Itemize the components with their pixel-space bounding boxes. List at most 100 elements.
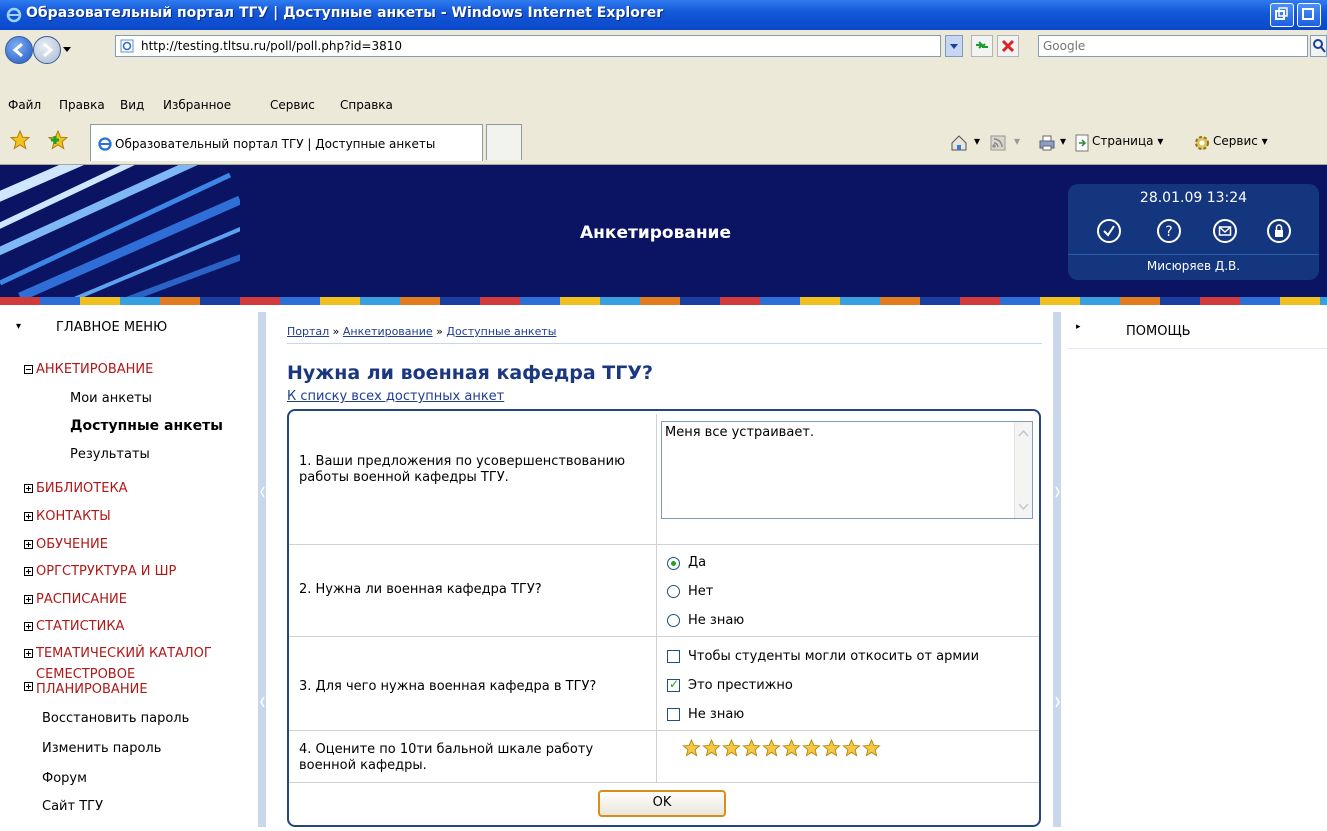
help-circle-icon[interactable]: ? <box>1156 218 1182 244</box>
add-favorite-icon[interactable] <box>48 130 68 150</box>
expand-toggle-icon[interactable] <box>24 567 33 576</box>
menu-file[interactable]: Файл <box>8 98 41 112</box>
restore-button[interactable] <box>1270 3 1294 27</box>
home-dropdown-icon[interactable]: ▾ <box>974 134 980 148</box>
expand-arrow-icon[interactable]: ▸ <box>1076 322 1081 332</box>
rating-star-icon[interactable] <box>862 738 881 757</box>
search-button[interactable] <box>1310 35 1327 57</box>
tab-label: Образовательный портал ТГУ | Доступные а… <box>115 137 436 151</box>
menu-change-password[interactable]: Изменить пароль <box>42 741 161 756</box>
menu-semester-planning[interactable]: СЕМЕСТРОВОЕ ПЛАНИРОВАНИЕ <box>36 667 148 697</box>
home-icon[interactable] <box>950 134 968 152</box>
radio-yes[interactable] <box>667 557 680 570</box>
breadcrumb-polls[interactable]: Анкетирование <box>343 325 433 338</box>
expand-toggle-icon[interactable] <box>24 622 33 631</box>
lock-circle-icon[interactable] <box>1266 218 1292 244</box>
refresh-button[interactable] <box>971 35 993 57</box>
new-tab-button[interactable] <box>486 124 522 160</box>
menu-forum[interactable]: Форум <box>42 771 87 786</box>
radio-no[interactable] <box>667 585 680 598</box>
breadcrumb-portal[interactable]: Портал <box>287 325 329 338</box>
splitter-arrow-icon <box>260 486 265 708</box>
rating-star-icon[interactable] <box>722 738 741 757</box>
expand-toggle-icon[interactable] <box>24 595 33 604</box>
history-dropdown-icon[interactable] <box>62 44 72 54</box>
rating-star-icon[interactable] <box>842 738 861 757</box>
expand-toggle-icon[interactable] <box>24 682 33 691</box>
menu-statistics[interactable]: СТАТИСТИКА <box>36 619 124 634</box>
checkbox-avoid-army[interactable] <box>667 650 680 663</box>
collapse-toggle-icon[interactable] <box>24 365 33 374</box>
checkbox-dont-know[interactable] <box>667 708 680 721</box>
favorites-star-icon[interactable] <box>10 130 30 150</box>
address-field[interactable]: http://testing.tltsu.ru/poll/poll.php?id… <box>115 35 941 57</box>
suggestions-textarea[interactable]: Меня все устраивает. <box>661 421 1033 519</box>
menu-bar: Файл Правка Вид Избранное Сервис Справка <box>0 94 1327 118</box>
expand-toggle-icon[interactable] <box>24 484 33 493</box>
main-menu-header[interactable]: ▾ ГЛАВНОЕ МЕНЮ <box>0 318 258 340</box>
menu-contacts[interactable]: КОНТАКТЫ <box>36 509 111 524</box>
rating-star-icon[interactable] <box>742 738 761 757</box>
rating-star-icon[interactable] <box>762 738 781 757</box>
page-icon[interactable] <box>1073 134 1091 152</box>
tab-current[interactable]: Образовательный портал ТГУ | Доступные а… <box>90 124 483 161</box>
menu-favorites[interactable]: Избранное <box>163 98 231 112</box>
rating-star-icon[interactable] <box>682 738 701 757</box>
menu-thematic-catalog[interactable]: ТЕМАТИЧЕСКИЙ КАТАЛОГ <box>36 646 212 661</box>
menu-my-polls[interactable]: Мои анкеты <box>70 391 152 406</box>
menu-site[interactable]: Сайт ТГУ <box>42 799 103 814</box>
stop-button[interactable] <box>997 35 1019 57</box>
breadcrumb-available[interactable]: Доступные анкеты <box>446 325 556 338</box>
rating-star-icon[interactable] <box>782 738 801 757</box>
breadcrumb-divider <box>287 343 1042 344</box>
menu-polls[interactable]: АНКЕТИРОВАНИЕ <box>36 362 153 377</box>
help-panel-header[interactable]: ▸ ПОМОЩЬ <box>1068 318 1327 349</box>
tools-menu[interactable]: Сервис ▾ <box>1213 134 1268 148</box>
menu-library[interactable]: БИБЛИОТЕКА <box>36 481 128 496</box>
left-splitter[interactable] <box>258 312 266 827</box>
textarea-scrollbar[interactable] <box>1014 422 1032 518</box>
help-title: ПОМОЩЬ <box>1126 324 1191 339</box>
print-dropdown-icon[interactable]: ▾ <box>1060 134 1066 148</box>
rating-star-icon[interactable] <box>702 738 721 757</box>
expand-toggle-icon[interactable] <box>24 512 33 521</box>
right-splitter[interactable] <box>1053 312 1061 827</box>
feeds-dropdown-icon[interactable]: ▾ <box>1014 134 1020 148</box>
submit-button[interactable]: OK <box>598 790 726 817</box>
forward-button[interactable] <box>33 36 61 64</box>
menu-view[interactable]: Вид <box>120 98 144 112</box>
collapse-arrow-icon[interactable]: ▾ <box>16 321 21 332</box>
restore-icon <box>1275 7 1288 20</box>
maximize-button[interactable] <box>1297 3 1321 27</box>
question-2-text: 2. Нужна ли военная кафедра ТГУ? <box>299 582 542 597</box>
expand-toggle-icon[interactable] <box>24 540 33 549</box>
gear-icon[interactable] <box>1193 134 1211 152</box>
rating-star-icon[interactable] <box>822 738 841 757</box>
radio-yes-label: Да <box>688 555 707 570</box>
menu-education[interactable]: ОБУЧЕНИЕ <box>36 537 108 552</box>
radio-dont-know[interactable] <box>667 614 680 627</box>
search-input[interactable] <box>1039 36 1307 56</box>
menu-schedule[interactable]: РАСПИСАНИЕ <box>36 592 127 607</box>
menu-results[interactable]: Результаты <box>70 447 150 462</box>
menu-available-polls[interactable]: Доступные анкеты <box>70 418 223 434</box>
menu-semester-line2: ПЛАНИРОВАНИЕ <box>36 682 148 697</box>
mail-circle-icon[interactable] <box>1212 218 1238 244</box>
menu-restore-password[interactable]: Восстановить пароль <box>42 711 189 726</box>
menu-orgstructure[interactable]: ОРГСТРУКТУРА И ШР <box>36 564 176 579</box>
print-icon[interactable] <box>1038 134 1056 152</box>
feeds-icon[interactable] <box>990 135 1006 151</box>
check-circle-icon[interactable] <box>1096 218 1122 244</box>
main-menu-title: ГЛАВНОЕ МЕНЮ <box>56 320 168 335</box>
menu-help[interactable]: Справка <box>340 98 393 112</box>
menu-edit[interactable]: Правка <box>59 98 105 112</box>
address-dropdown-button[interactable] <box>945 35 963 57</box>
back-to-list-link[interactable]: К списку всех доступных анкет <box>287 389 504 404</box>
page-menu[interactable]: Страница ▾ <box>1092 134 1163 148</box>
back-button[interactable] <box>5 36 33 64</box>
menu-tools[interactable]: Сервис <box>270 98 315 112</box>
rating-star-icon[interactable] <box>802 738 821 757</box>
checkbox-prestige[interactable] <box>667 677 680 692</box>
search-field[interactable] <box>1038 35 1308 57</box>
expand-toggle-icon[interactable] <box>24 649 33 658</box>
